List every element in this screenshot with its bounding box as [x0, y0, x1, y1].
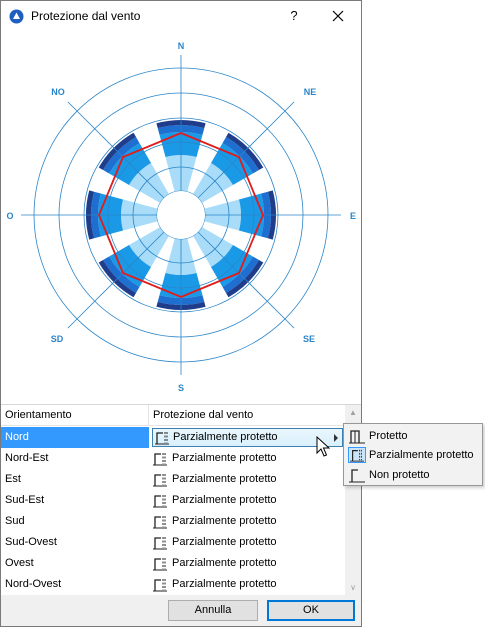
protection-popup-menu: Protetto Parzialmente protetto Non prote… [343, 423, 483, 486]
protection-value: Parzialmente protetto [172, 515, 277, 527]
compass-label-n: N [178, 41, 185, 51]
protection-cell[interactable]: Parzialmente protetto [152, 554, 343, 573]
protection-value: Parzialmente protetto [172, 536, 277, 548]
protection-value: Parzialmente protetto [173, 431, 278, 443]
close-icon [332, 10, 344, 22]
orientation-cell: Nord-Est [5, 452, 49, 464]
orientation-cell: Sud-Est [5, 494, 45, 506]
list-row-nord[interactable]: Nord Parzialmente protetto [1, 427, 345, 448]
menu-item-parzialmente-protetto[interactable]: Parzialmente protetto [346, 445, 480, 465]
not-protected-icon [349, 469, 365, 483]
compass-label-e: E [350, 211, 356, 221]
partially-protected-icon [153, 516, 167, 529]
column-header-orientation[interactable]: Orientamento [5, 409, 72, 421]
orientation-cell: Ovest [5, 557, 34, 569]
menu-item-label: Parzialmente protetto [369, 449, 474, 461]
protection-cell[interactable]: Parzialmente protetto [152, 575, 343, 594]
compass-label-s: S [178, 383, 184, 393]
grid-spoke [197, 101, 295, 199]
ok-button[interactable]: OK [267, 600, 355, 621]
protection-cell[interactable]: Parzialmente protetto [152, 449, 343, 468]
scroll-up-icon[interactable]: ▲ [345, 405, 361, 421]
scroll-down-icon[interactable]: ∨ [345, 580, 361, 596]
partially-protected-icon [153, 474, 167, 487]
title-bar: Protezione dal vento ? [1, 1, 361, 31]
list-row-sud[interactable]: Sud Parzialmente protetto [1, 511, 345, 532]
protected-icon [349, 430, 365, 444]
partially-protected-icon [348, 447, 366, 463]
window-title: Protezione dal vento [31, 9, 141, 23]
wind-rose-svg[interactable]: N NE E SE S SD O NO [1, 32, 361, 400]
protection-dropdown[interactable]: Parzialmente protetto [152, 428, 343, 447]
protection-cell[interactable]: Parzialmente protetto [152, 491, 343, 510]
app-icon [9, 9, 24, 24]
help-button[interactable]: ? [283, 6, 305, 26]
protection-cell[interactable]: Parzialmente protetto [152, 470, 343, 489]
compass-label-no: NO [51, 87, 65, 97]
partially-protected-icon [153, 579, 167, 592]
orientation-list: Orientamento Protezione dal vento Nord P… [1, 404, 361, 596]
menu-item-non-protetto[interactable]: Non protetto [346, 465, 480, 485]
column-header-protection[interactable]: Protezione dal vento [153, 409, 253, 421]
dialog-footer: Annulla OK [1, 595, 361, 626]
protection-cell[interactable]: Parzialmente protetto [152, 512, 343, 531]
protection-value: Parzialmente protetto [172, 557, 277, 569]
orientation-cell: Est [5, 473, 21, 485]
compass-label-o: O [6, 211, 13, 221]
menu-item-label: Non protetto [369, 469, 430, 481]
partially-protected-icon [153, 453, 167, 466]
menu-item-label: Protetto [369, 430, 408, 442]
orientation-cell: Nord-Ovest [5, 578, 62, 590]
partially-protected-icon [153, 537, 167, 550]
cancel-button[interactable]: Annulla [168, 600, 258, 621]
partially-protected-icon [155, 432, 169, 445]
column-separator[interactable] [148, 405, 149, 426]
protection-cell[interactable]: Parzialmente protetto [152, 533, 343, 552]
list-rows: Nord Parzialmente protetto Nord-Est Parz… [1, 427, 345, 595]
orientation-cell: Sud-Ovest [5, 536, 57, 548]
wind-rose-chart[interactable]: N NE E SE S SD O NO [1, 32, 361, 400]
submenu-arrow-icon [334, 434, 338, 442]
orientation-cell: Nord [5, 431, 29, 443]
grid-spoke [67, 101, 165, 199]
menu-item-protetto[interactable]: Protetto [346, 426, 480, 446]
partially-protected-icon [153, 558, 167, 571]
protection-value: Parzialmente protetto [172, 473, 277, 485]
list-header: Orientamento Protezione dal vento [1, 405, 345, 426]
list-row-sud-est[interactable]: Sud-Est Parzialmente protetto [1, 490, 345, 511]
close-button[interactable] [323, 6, 353, 26]
compass-label-sd: SD [51, 334, 64, 344]
list-row-sud-ovest[interactable]: Sud-Ovest Parzialmente protetto [1, 532, 345, 553]
mouse-cursor-icon [316, 436, 330, 457]
list-row-ovest[interactable]: Ovest Parzialmente protetto [1, 553, 345, 574]
grid-spoke [67, 231, 165, 329]
orientation-cell: Sud [5, 515, 25, 527]
list-row-nord-ovest[interactable]: Nord-Ovest Parzialmente protetto [1, 574, 345, 595]
protection-value: Parzialmente protetto [172, 494, 277, 506]
protection-value: Parzialmente protetto [172, 578, 277, 590]
partially-protected-icon [153, 495, 167, 508]
compass-label-se: SE [303, 334, 315, 344]
protection-value: Parzialmente protetto [172, 452, 277, 464]
list-row-est[interactable]: Est Parzialmente protetto [1, 469, 345, 490]
list-row-nord-est[interactable]: Nord-Est Parzialmente protetto [1, 448, 345, 469]
wind-protection-dialog: Protezione dal vento ? N NE E SE S SD O … [0, 0, 362, 627]
compass-label-ne: NE [304, 87, 317, 97]
grid-spoke [197, 231, 295, 329]
